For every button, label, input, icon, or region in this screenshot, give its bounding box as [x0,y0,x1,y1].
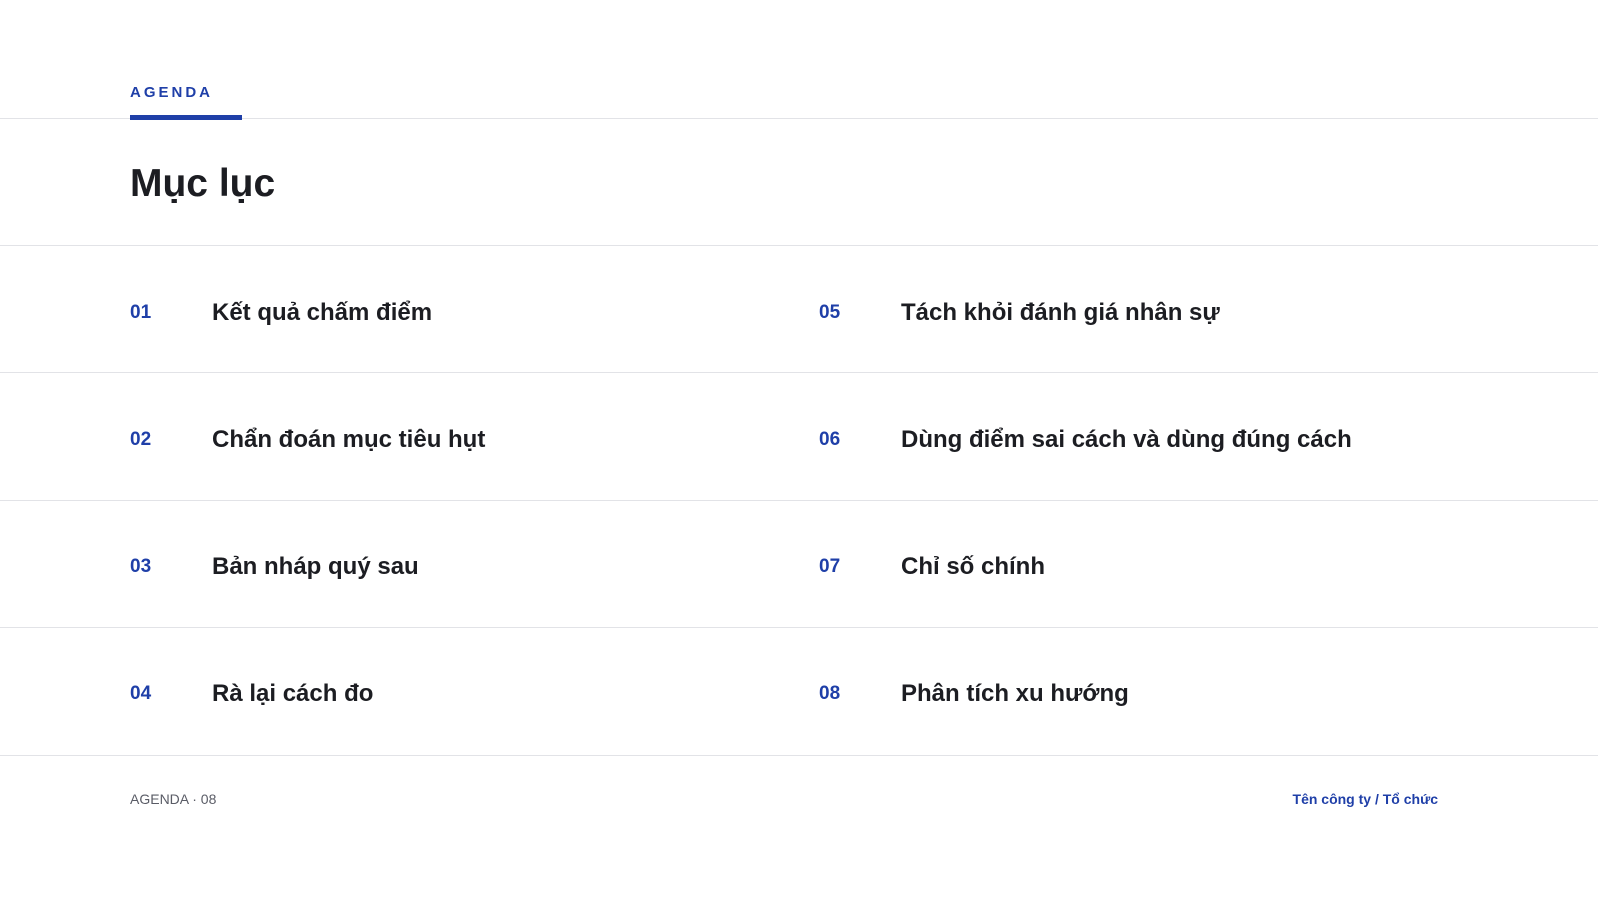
agenda-item-03[interactable]: 03 Bản nháp quý sau [130,547,419,587]
agenda-item-label: Tách khỏi đánh giá nhân sự [901,299,1220,326]
agenda-item-label: Chỉ số chính [901,553,1045,580]
agenda-row-divider [0,372,1598,373]
agenda-item-number: 02 [130,429,152,450]
agenda-item-number: 01 [130,302,152,323]
page-title: Mục lục [130,162,276,205]
agenda-item-label: Kết quả chấm điểm [212,299,433,326]
footer-organization: Tên công ty / Tổ chức [1292,791,1438,807]
section-label-underline [130,115,242,120]
agenda-item-05[interactable]: 05 Tách khỏi đánh giá nhân sự [819,293,1220,333]
agenda-row-divider [0,500,1598,501]
agenda-item-08[interactable]: 08 Phân tích xu hướng [819,674,1129,714]
agenda-item-number: 04 [130,683,152,704]
agenda-top-divider [0,245,1598,246]
agenda-item-number: 08 [819,683,841,704]
agenda-bottom-divider [0,755,1598,756]
agenda-item-07[interactable]: 07 Chỉ số chính [819,547,1045,587]
agenda-item-label: Bản nháp quý sau [212,553,419,580]
agenda-item-06[interactable]: 06 Dùng điểm sai cách và dùng đúng cách [819,420,1352,460]
agenda-item-number: 07 [819,556,841,577]
agenda-item-number: 06 [819,429,841,450]
agenda-item-04[interactable]: 04 Rà lại cách đo [130,674,373,714]
agenda-item-label: Rà lại cách đo [212,680,374,707]
section-label: AGENDA [130,84,214,101]
footer-page-label: AGENDA · 08 [130,791,217,807]
agenda-item-01[interactable]: 01 Kết quả chấm điểm [130,293,432,333]
agenda-item-number: 05 [819,302,841,323]
agenda-item-label: Phân tích xu hướng [901,680,1129,707]
agenda-item-label: Chẩn đoán mục tiêu hụt [212,426,486,453]
agenda-item-02[interactable]: 02 Chẩn đoán mục tiêu hụt [130,420,485,460]
agenda-row-divider [0,627,1598,628]
agenda-item-label: Dùng điểm sai cách và dùng đúng cách [901,426,1352,453]
agenda-item-number: 03 [130,556,152,577]
